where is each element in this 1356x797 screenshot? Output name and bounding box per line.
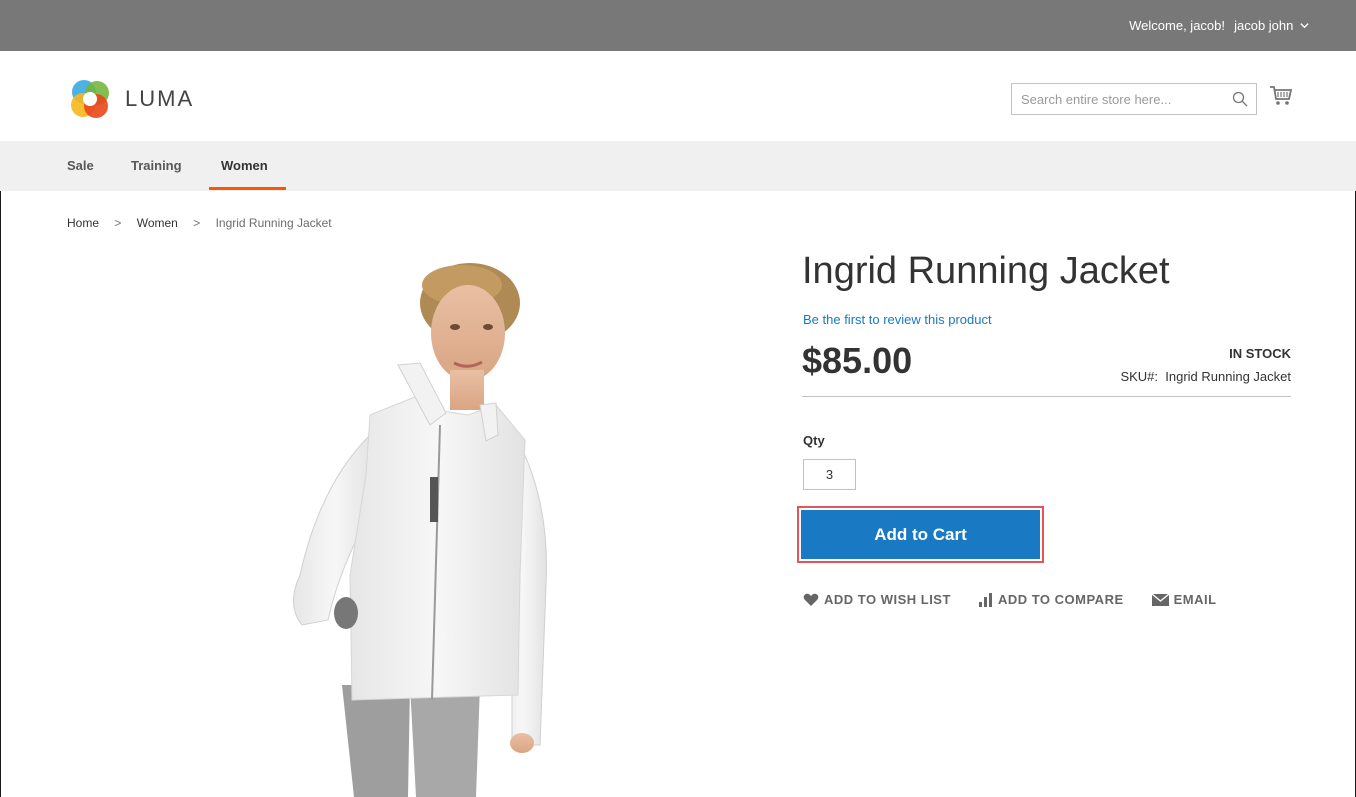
product-title: Ingrid Running Jacket [802,250,1170,292]
qty-input[interactable] [803,459,856,490]
sku-value: Ingrid Running Jacket [1165,369,1291,384]
customer-name: jacob john [1234,18,1294,33]
customer-menu-toggle[interactable]: jacob john [1234,18,1310,33]
search-box [1011,83,1257,115]
add-to-wishlist-button[interactable]: ADD TO WISH LIST [803,592,951,607]
envelope-icon [1151,593,1169,606]
top-bar: Welcome, jacob! jacob john [0,0,1356,51]
breadcrumb-separator: > [114,216,122,230]
add-to-cart-highlight: Add to Cart [797,506,1044,563]
logo-link[interactable]: LUMA [67,78,194,120]
product-price: $85.00 [802,340,913,381]
email-button[interactable]: EMAIL [1151,592,1217,607]
search-icon[interactable] [1232,91,1248,107]
nav-item-training[interactable]: Training [131,158,182,173]
divider [802,396,1291,397]
breadcrumb-separator: > [193,216,201,230]
active-nav-indicator [209,187,286,190]
compare-label: ADD TO COMPARE [997,592,1124,607]
compare-icon [978,592,992,607]
logo-text: LUMA [125,86,195,111]
add-to-compare-button[interactable]: ADD TO COMPARE [978,592,1124,607]
cart-icon[interactable] [1269,85,1293,107]
welcome-message: Welcome, jacob! [1129,18,1225,33]
sku-label: SKU#: [1120,369,1159,384]
email-label: EMAIL [1173,592,1217,607]
product-sku: SKU#: Ingrid Running Jacket [1120,369,1291,384]
main-navigation: Sale Training Women [0,141,1356,191]
product-image[interactable] [250,245,570,797]
nav-item-women[interactable]: Women [221,158,268,173]
header: LUMA [0,51,1356,141]
breadcrumb-home[interactable]: Home [67,216,99,230]
breadcrumb-women[interactable]: Women [137,216,178,230]
qty-label: Qty [803,433,825,448]
stock-status: IN STOCK [1229,346,1291,361]
product-actions: ADD TO WISH LIST ADD TO COMPARE EMAIL [803,592,1245,607]
breadcrumb-current: Ingrid Running Jacket [215,216,332,230]
heart-icon [803,593,819,606]
wishlist-label: ADD TO WISH LIST [824,592,951,607]
review-link[interactable]: Be the first to review this product [803,312,992,327]
chevron-down-icon [1300,23,1309,29]
nav-item-sale[interactable]: Sale [67,158,94,173]
search-input[interactable] [1012,84,1227,114]
breadcrumb: Home > Women > Ingrid Running Jacket [67,216,332,230]
luma-logo-icon [71,80,109,118]
add-to-cart-button[interactable]: Add to Cart [801,510,1040,559]
